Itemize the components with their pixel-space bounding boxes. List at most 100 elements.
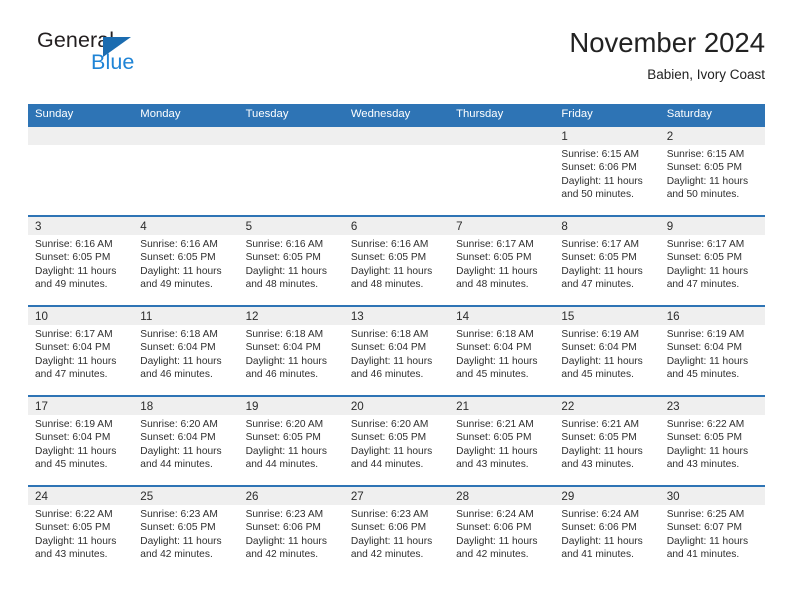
- page-subtitle: Babien, Ivory Coast: [647, 67, 765, 83]
- calendar-day-cell[interactable]: 11 Sunrise: 6:18 AM Sunset: 6:04 PM Dayligh…: [133, 307, 239, 395]
- daylight-text-line1: Daylight: 11 hours: [35, 355, 117, 367]
- day-number: 4: [140, 220, 147, 233]
- calendar-day-cell[interactable]: 26 Sunrise: 6:23 AM Sunset: 6:06 PM Dayligh…: [238, 487, 344, 575]
- sunset-text: Sunset: 6:05 PM: [35, 522, 111, 534]
- calendar-day-cell[interactable]: 25 Sunrise: 6:23 AM Sunset: 6:05 PM Dayligh…: [133, 487, 239, 575]
- calendar-day-cell[interactable]: 4 Sunrise: 6:16 AM Sunset: 6:05 PM Daylight…: [133, 217, 239, 305]
- calendar-day-cell[interactable]: 30 Sunrise: 6:25 AM Sunset: 6:07 PM Dayligh…: [659, 487, 765, 575]
- day-number-band: 1: [554, 127, 660, 145]
- daylight-text-line1: Daylight: 11 hours: [561, 535, 643, 547]
- day-number-band: 20: [343, 397, 450, 415]
- daylight-text-line2: and 43 minutes.: [666, 459, 740, 471]
- daylight-text-line1: Daylight: 11 hours: [140, 355, 222, 367]
- day-number-band: 26: [238, 487, 344, 505]
- sunset-text: Sunset: 6:05 PM: [140, 252, 216, 264]
- day-number: 23: [666, 400, 680, 413]
- sunrise-text: Sunrise: 6:16 AM: [140, 239, 218, 250]
- daylight-text-line1: Daylight: 11 hours: [350, 265, 433, 277]
- daylight-text-line1: Daylight: 11 hours: [245, 445, 327, 457]
- calendar-day-cell[interactable]: 2 Sunrise: 6:15 AM Sunset: 6:05 PM Daylight…: [659, 127, 765, 215]
- calendar-day-cell[interactable]: 20 Sunrise: 6:20 AM Sunset: 6:05 PM Dayligh…: [343, 397, 450, 485]
- daylight-text-line1: Daylight: 11 hours: [666, 265, 749, 277]
- sunset-text: Sunset: 6:07 PM: [666, 522, 743, 534]
- day-number: 1: [561, 130, 568, 143]
- sunset-text: Sunset: 6:04 PM: [35, 432, 111, 444]
- calendar-day-cell[interactable]: 29 Sunrise: 6:24 AM Sunset: 6:06 PM Dayligh…: [554, 487, 660, 575]
- calendar-day-cell[interactable]: 19 Sunrise: 6:20 AM Sunset: 6:05 PM Dayligh…: [238, 397, 344, 485]
- day-number-band: 2: [659, 127, 765, 145]
- sunrise-text: Sunrise: 6:17 AM: [666, 239, 745, 250]
- calendar-day-cell[interactable]: 18 Sunrise: 6:20 AM Sunset: 6:04 PM Dayligh…: [133, 397, 239, 485]
- calendar-day-cell[interactable]: 24 Sunrise: 6:22 AM Sunset: 6:05 PM Dayligh…: [28, 487, 134, 575]
- daylight-text-line1: Daylight: 11 hours: [35, 265, 117, 277]
- sunset-text: Sunset: 6:04 PM: [245, 342, 321, 354]
- day-number: 2: [666, 130, 674, 143]
- general-blue-logo[interactable]: General Blue: [28, 29, 248, 86]
- day-sun-info: Sunrise: 6:15 AM Sunset: 6:05 PM Daylight:…: [660, 145, 765, 202]
- day-number: 9: [666, 220, 674, 233]
- weekday-header-monday: Monday: [140, 108, 181, 120]
- day-number: 10: [35, 310, 48, 323]
- sunrise-text: Sunrise: 6:20 AM: [140, 419, 218, 430]
- calendar-day-cell[interactable]: 1 Sunrise: 6:15 AM Sunset: 6:06 PM Daylight…: [554, 127, 660, 215]
- day-sun-info: Sunrise: 6:21 AM Sunset: 6:05 PM Daylight:…: [554, 415, 659, 472]
- calendar-day-cell[interactable]: 27 Sunrise: 6:23 AM Sunset: 6:06 PM Dayligh…: [343, 487, 450, 575]
- sunrise-text: Sunrise: 6:23 AM: [140, 509, 218, 520]
- calendar-day-cell[interactable]: 22 Sunrise: 6:21 AM Sunset: 6:05 PM Dayligh…: [554, 397, 660, 485]
- calendar-day-cell[interactable]: 17 Sunrise: 6:19 AM Sunset: 6:04 PM Dayligh…: [28, 397, 134, 485]
- title-block: November 2024 Babien, Ivory Coast: [569, 27, 765, 83]
- calendar-day-cell[interactable]: 6 Sunrise: 6:16 AM Sunset: 6:05 PM Daylight…: [343, 217, 450, 305]
- day-sun-info: Sunrise: 6:24 AM Sunset: 6:06 PM Daylight:…: [554, 505, 659, 562]
- sunrise-text: Sunrise: 6:19 AM: [666, 329, 745, 340]
- day-number: 27: [350, 490, 364, 503]
- day-sun-info: Sunrise: 6:25 AM Sunset: 6:07 PM Daylight:…: [660, 505, 765, 562]
- sunrise-text: Sunrise: 6:19 AM: [561, 329, 639, 340]
- day-number-band: [238, 127, 344, 145]
- daylight-text-line2: and 45 minutes.: [456, 369, 529, 381]
- calendar-day-cell[interactable]: 16 Sunrise: 6:19 AM Sunset: 6:04 PM Dayligh…: [659, 307, 765, 395]
- day-number: 12: [245, 310, 259, 323]
- sunrise-text: Sunrise: 6:24 AM: [456, 509, 534, 520]
- day-number: 24: [35, 490, 48, 503]
- calendar-day-cell[interactable]: 5 Sunrise: 6:16 AM Sunset: 6:05 PM Daylight…: [238, 217, 344, 305]
- calendar-day-cell[interactable]: 8 Sunrise: 6:17 AM Sunset: 6:05 PM Daylight…: [554, 217, 660, 305]
- calendar-day-cell[interactable]: 21 Sunrise: 6:21 AM Sunset: 6:05 PM Dayligh…: [449, 397, 555, 485]
- sunset-text: Sunset: 6:05 PM: [350, 432, 427, 444]
- calendar-day-cell[interactable]: 14 Sunrise: 6:18 AM Sunset: 6:04 PM Dayligh…: [449, 307, 555, 395]
- weekday-header-row: Sunday Monday Tuesday Wednesday Thursday…: [28, 104, 765, 125]
- sunset-text: Sunset: 6:06 PM: [350, 522, 427, 534]
- calendar-day-cell[interactable]: 7 Sunrise: 6:17 AM Sunset: 6:05 PM Daylight…: [449, 217, 555, 305]
- day-number-band: [28, 127, 134, 145]
- calendar-day-cell[interactable]: 28 Sunrise: 6:24 AM Sunset: 6:06 PM Dayligh…: [449, 487, 555, 575]
- day-number-band: 13: [343, 307, 450, 325]
- day-sun-info: Sunrise: 6:17 AM Sunset: 6:05 PM Daylight:…: [554, 235, 659, 292]
- calendar-day-cell[interactable]: 13 Sunrise: 6:18 AM Sunset: 6:04 PM Dayligh…: [343, 307, 450, 395]
- day-sun-info: Sunrise: 6:18 AM Sunset: 6:04 PM Daylight:…: [239, 325, 344, 382]
- sunset-text: Sunset: 6:04 PM: [140, 432, 216, 444]
- day-number-band: [343, 127, 450, 145]
- day-number-band: 11: [133, 307, 239, 325]
- day-number-band: [449, 127, 555, 145]
- sunrise-text: Sunrise: 6:20 AM: [245, 419, 324, 430]
- calendar-day-cell[interactable]: 15 Sunrise: 6:19 AM Sunset: 6:04 PM Dayligh…: [554, 307, 660, 395]
- sunset-text: Sunset: 6:06 PM: [561, 162, 637, 174]
- calendar-day-cell[interactable]: 3 Sunrise: 6:16 AM Sunset: 6:05 PM Daylight…: [28, 217, 134, 305]
- calendar-day-cell[interactable]: 23 Sunrise: 6:22 AM Sunset: 6:05 PM Dayligh…: [659, 397, 765, 485]
- day-number: 14: [456, 310, 470, 323]
- day-sun-info: Sunrise: 6:23 AM Sunset: 6:06 PM Daylight:…: [239, 505, 344, 562]
- day-sun-info: Sunrise: 6:20 AM Sunset: 6:04 PM Daylight:…: [133, 415, 238, 472]
- sunrise-text: Sunrise: 6:18 AM: [245, 329, 324, 340]
- day-number: 5: [245, 220, 253, 233]
- calendar-day-cell[interactable]: 10 Sunrise: 6:17 AM Sunset: 6:04 PM Dayligh…: [28, 307, 134, 395]
- daylight-text-line2: and 45 minutes.: [35, 459, 108, 471]
- sunrise-text: Sunrise: 6:15 AM: [561, 149, 639, 160]
- day-number-band: 6: [343, 217, 450, 235]
- calendar-day-cell[interactable]: 9 Sunrise: 6:17 AM Sunset: 6:05 PM Daylight…: [659, 217, 765, 305]
- daylight-text-line2: and 46 minutes.: [140, 369, 213, 381]
- calendar-day-cell[interactable]: 12 Sunrise: 6:18 AM Sunset: 6:04 PM Dayligh…: [238, 307, 344, 395]
- sunrise-text: Sunrise: 6:18 AM: [456, 329, 534, 340]
- sunset-text: Sunset: 6:05 PM: [561, 432, 637, 444]
- day-number-band: 3: [28, 217, 134, 235]
- daylight-text-line1: Daylight: 11 hours: [666, 355, 749, 367]
- day-number: 19: [245, 400, 259, 413]
